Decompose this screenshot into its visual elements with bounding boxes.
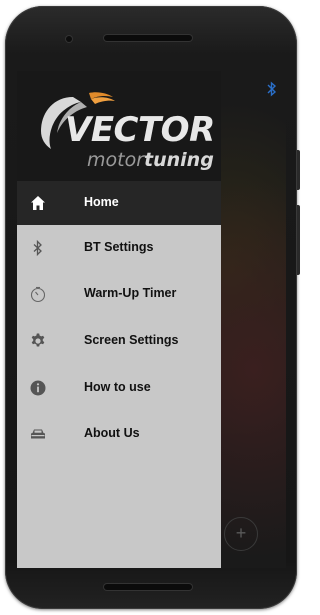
info-icon <box>30 380 46 396</box>
car-icon <box>31 429 45 439</box>
add-button[interactable]: + <box>224 517 258 551</box>
menu-item-label: Screen Settings <box>84 333 179 347</box>
menu-item-how-to-use[interactable]: How to use <box>17 366 221 410</box>
settings-gear-icon <box>31 333 45 347</box>
home-icon <box>31 196 45 210</box>
menu-item-label: Warm-Up Timer <box>84 286 177 300</box>
menu-item-label: About Us <box>84 426 140 440</box>
front-camera <box>66 36 72 42</box>
drawer-header: VECTOR motortuning <box>17 71 221 181</box>
menu-item-bt-settings[interactable]: BT Settings <box>17 226 221 270</box>
bottom-speaker <box>104 584 192 590</box>
power-button <box>297 150 300 190</box>
vector-logo: VECTOR motortuning <box>29 87 215 173</box>
navigation-drawer: VECTOR motortuning Home BT Settings Warm… <box>17 71 221 568</box>
logo-sub-light: motor <box>87 149 145 171</box>
menu-item-screen-settings[interactable]: Screen Settings <box>17 319 221 363</box>
timer-icon <box>30 286 46 303</box>
menu-item-label: BT Settings <box>84 240 154 254</box>
menu-item-home[interactable]: Home <box>17 181 221 225</box>
volume-button <box>297 205 300 275</box>
logo-text-motortuning: motortuning <box>87 151 214 170</box>
menu-item-warm-up-timer[interactable]: Warm-Up Timer <box>17 272 221 316</box>
menu-item-label: Home <box>84 195 119 209</box>
bluetooth-icon <box>33 239 42 257</box>
phone-screen: + VECTOR motortuning Home BT Settings Wa… <box>17 71 286 568</box>
bluetooth-icon[interactable] <box>266 81 278 97</box>
earpiece-speaker <box>104 35 192 41</box>
logo-text-vector: VECTOR <box>65 110 215 150</box>
menu-item-about-us[interactable]: About Us <box>17 412 221 456</box>
menu-item-label: How to use <box>84 380 151 394</box>
logo-sub-bold: tuning <box>144 149 214 171</box>
